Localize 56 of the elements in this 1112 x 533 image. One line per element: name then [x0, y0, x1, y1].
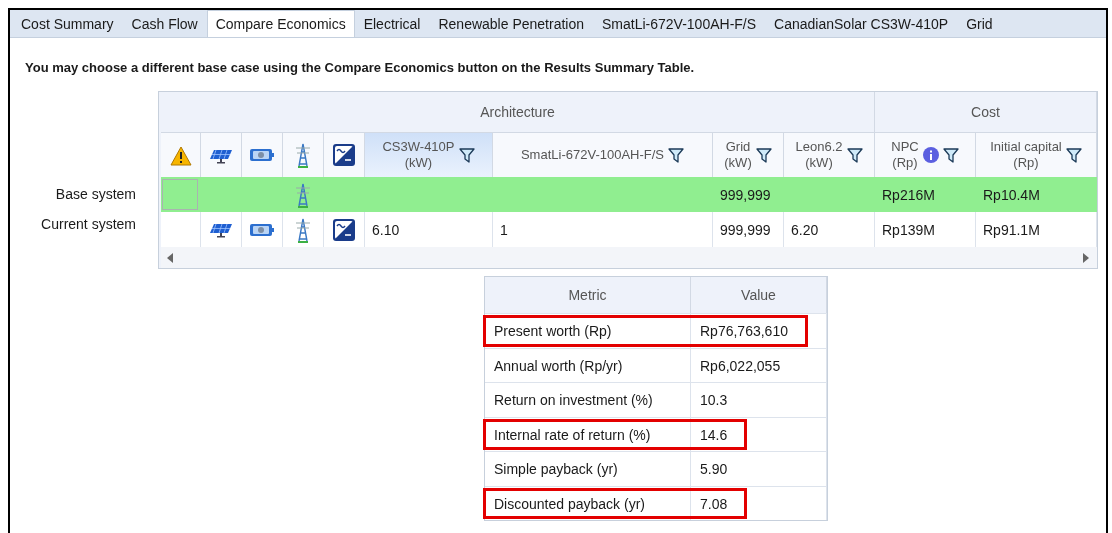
table-cell: Rp6,022,055: [691, 347, 827, 382]
tab[interactable]: Grid: [957, 10, 1002, 37]
table-cell: Present worth (Rp): [485, 313, 691, 348]
table-cell: Rp76,763,610: [691, 313, 827, 348]
scroll-left-icon: [167, 252, 173, 263]
row-label: Current system: [41, 215, 136, 234]
tab[interactable]: CanadianSolar CS3W-410P: [765, 10, 958, 37]
table-cell: Rp139M: [875, 212, 976, 247]
notice-text: You may choose a different base case using the Compare Economics button on the Results Summary Table.: [25, 60, 696, 75]
table-cell: Rp216M: [875, 177, 976, 212]
column-header[interactable]: Metric: [485, 277, 691, 313]
table-cell: 10.3: [691, 382, 827, 417]
column-header[interactable]: CS3W-410P (kW): [365, 133, 493, 177]
column-header[interactable]: [242, 133, 283, 177]
column-header[interactable]: Grid (kW): [713, 133, 784, 177]
table-cell: Simple payback (yr): [485, 451, 691, 486]
row-label: Base system: [55, 185, 136, 204]
column-label: Leon6.2 (kW): [795, 139, 843, 171]
transmission-tower-icon: [294, 142, 312, 168]
table-cell: Internal rate of return (%): [485, 416, 691, 451]
table-cell: 999,999: [713, 177, 784, 212]
column-header[interactable]: NPC (Rp): [875, 133, 976, 177]
column-header[interactable]: [324, 133, 365, 177]
table-cell: Annual worth (Rp/yr): [485, 347, 691, 382]
column-label: NPC (Rp): [891, 139, 919, 171]
table-cell: 7.08: [691, 485, 827, 520]
horizontal-scrollbar[interactable]: [161, 247, 1097, 268]
table-cell: 14.6: [691, 416, 827, 451]
table-cell: Return on investment (%): [485, 382, 691, 417]
tab[interactable]: Cost Summary: [12, 10, 123, 37]
tab[interactable]: SmatLi-672V-100AH-F/S: [593, 10, 766, 37]
battery-icon: [249, 147, 275, 163]
column-header[interactable]: Value: [691, 277, 827, 313]
table-cell: 1: [493, 212, 713, 247]
table-cell: Discounted payback (yr): [485, 485, 691, 520]
warning-icon: [169, 144, 192, 166]
scroll-right-icon: [1083, 252, 1089, 263]
column-label: SmatLi-672V-100AH-F/S: [520, 147, 665, 163]
table-cell: Rp10.4M: [976, 177, 1097, 212]
column-header[interactable]: Initial capital (Rp): [976, 133, 1097, 177]
tab[interactable]: Electrical: [354, 10, 430, 37]
column-label: Grid (kW): [724, 139, 752, 171]
table-cell: 6.10: [365, 212, 493, 247]
table-cell: 999,999: [713, 212, 784, 247]
table-cell: 6.20: [784, 212, 875, 247]
column-header[interactable]: Leon6.2 (kW): [784, 133, 875, 177]
column-label: Initial capital (Rp): [990, 139, 1062, 171]
table-cell: 5.90: [691, 451, 827, 486]
column-label: CS3W-410P (kW): [382, 139, 455, 171]
converter-icon: [332, 143, 356, 167]
table-cell: Rp91.1M: [976, 212, 1097, 247]
tab[interactable]: Renewable Penetration: [429, 10, 593, 37]
column-header[interactable]: [201, 133, 242, 177]
tab[interactable]: Compare Economics: [206, 10, 355, 37]
tab[interactable]: Cash Flow: [122, 10, 207, 37]
column-header[interactable]: SmatLi-672V-100AH-F/S: [493, 133, 713, 177]
